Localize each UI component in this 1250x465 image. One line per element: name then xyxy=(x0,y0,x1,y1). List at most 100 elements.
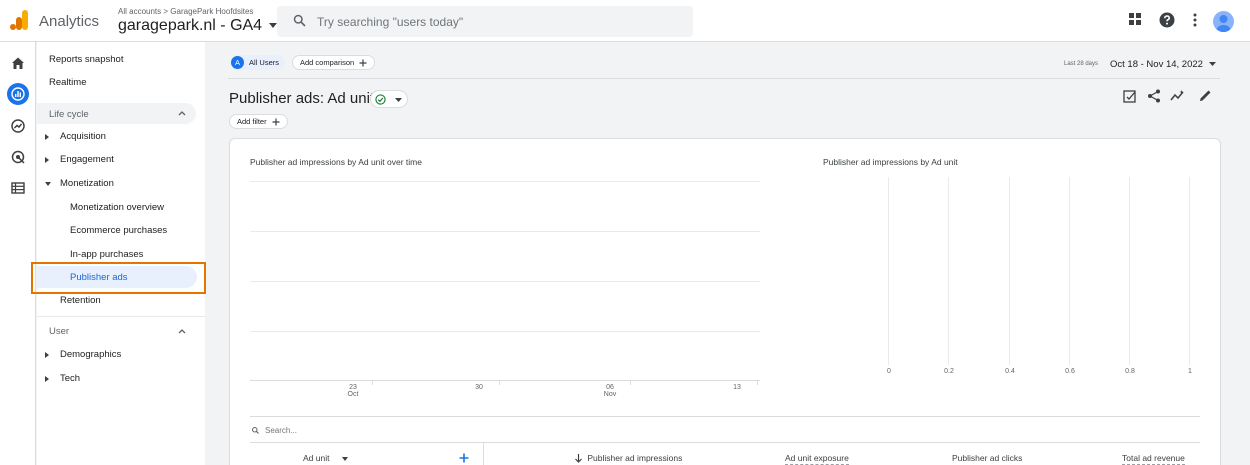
nav-reports-snapshot[interactable]: Reports snapshot xyxy=(49,54,123,65)
nav-monetization-overview[interactable]: Monetization overview xyxy=(70,202,164,213)
bar-chart-x-tick: 0.8 xyxy=(1125,368,1135,375)
add-filter-label: Add filter xyxy=(237,117,267,126)
nav-divider xyxy=(37,316,205,317)
bar-chart-x-tick: 0.6 xyxy=(1065,368,1075,375)
exposure-column-header[interactable]: Ad unit exposure xyxy=(785,453,849,465)
account-avatar-icon xyxy=(1216,15,1231,32)
ad-unit-header-label: Ad unit xyxy=(303,453,330,463)
nav-acquisition[interactable]: Acquisition xyxy=(60,131,106,142)
app-name: Analytics xyxy=(39,13,100,30)
nav-ecommerce-purchases[interactable]: Ecommerce purchases xyxy=(70,225,167,236)
account-name: GaragePark Hoofdsites xyxy=(170,7,254,16)
bar-chart-x-tick: 1 xyxy=(1188,368,1192,375)
nav-retention[interactable]: Retention xyxy=(60,295,101,306)
add-filter-button[interactable]: Add filter xyxy=(229,114,288,129)
report-nav: Reports snapshot Realtime Life cycle Acq… xyxy=(37,42,205,465)
caret-down-icon xyxy=(45,182,51,186)
table-column-divider xyxy=(483,443,484,465)
line-chart-x-tick: 13 xyxy=(733,384,741,391)
breadcrumb-chevron-icon: > xyxy=(163,7,169,16)
account-breadcrumb[interactable]: All accounts > GaragePark Hoofdsites xyxy=(118,7,253,16)
edit-pencil-icon[interactable] xyxy=(1199,89,1212,102)
caret-right-icon xyxy=(45,134,49,140)
page-title: Publisher ads: Ad unit xyxy=(229,90,375,107)
property-selector[interactable]: garagepark.nl - GA4 xyxy=(118,17,277,35)
sort-arrow-down-icon xyxy=(575,454,582,464)
header-divider xyxy=(228,78,1220,79)
nav-demographics[interactable]: Demographics xyxy=(60,349,121,360)
dropdown-arrow-icon xyxy=(268,22,277,28)
report-card: Publisher ad impressions by Ad unit over… xyxy=(229,138,1221,465)
caret-right-icon xyxy=(45,376,49,382)
bar-chart-title: Publisher ad impressions by Ad unit xyxy=(823,157,958,167)
insights-icon[interactable] xyxy=(1170,89,1185,103)
bar-chart-x-tick: 0.2 xyxy=(944,368,954,375)
rail-advertising[interactable] xyxy=(7,146,29,168)
line-chart-x-tick: 23 Oct xyxy=(347,384,359,398)
add-dimension-plus-icon[interactable] xyxy=(459,453,469,463)
dropdown-arrow-icon xyxy=(1208,61,1216,66)
search-box[interactable] xyxy=(277,6,693,37)
date-preset-label: Last 28 days xyxy=(1064,61,1099,67)
plus-icon xyxy=(272,118,280,125)
share-icon[interactable] xyxy=(1147,89,1161,103)
accounts-label: All accounts xyxy=(118,7,162,16)
top-bar: Analytics All accounts > GaragePark Hoof… xyxy=(0,0,1250,42)
impressions-header-label: Publisher ad impressions xyxy=(587,453,683,463)
bar-chart-area[interactable] xyxy=(885,177,1195,367)
line-chart-x-tick: 30 xyxy=(475,384,483,391)
check-circle-icon xyxy=(375,94,386,105)
rail-explore[interactable] xyxy=(7,115,29,137)
dropdown-arrow-icon xyxy=(395,98,402,102)
clicks-column-header[interactable]: Publisher ad clicks xyxy=(952,453,1022,463)
line-chart-title: Publisher ad impressions by Ad unit over… xyxy=(250,157,422,167)
lifecycle-section-header[interactable]: Life cycle xyxy=(37,103,196,124)
nav-in-app-purchases[interactable]: In-app purchases xyxy=(70,249,143,260)
avatar[interactable] xyxy=(1213,11,1234,32)
property-name: garagepark.nl - GA4 xyxy=(118,17,263,34)
table-top-divider xyxy=(250,416,1200,417)
rail-configure[interactable] xyxy=(7,177,29,199)
user-section-label[interactable]: User xyxy=(49,326,69,337)
date-range-selector[interactable]: Oct 18 - Nov 14, 2022 xyxy=(1110,59,1216,70)
line-chart-area[interactable] xyxy=(250,179,762,399)
impressions-column-header[interactable]: Publisher ad impressions xyxy=(575,453,683,464)
dropdown-arrow-icon xyxy=(341,456,348,461)
table-search-icon xyxy=(252,427,259,434)
left-rail xyxy=(0,42,36,465)
report-status-dropdown[interactable] xyxy=(370,90,408,108)
search-icon xyxy=(293,14,306,27)
help-icon[interactable] xyxy=(1159,12,1175,28)
configure-icon xyxy=(11,182,25,194)
analytics-logo[interactable] xyxy=(10,10,28,30)
chevron-up-icon xyxy=(178,111,186,116)
plus-icon xyxy=(359,59,367,66)
bar-chart-x-tick: 0 xyxy=(887,368,891,375)
caret-right-icon xyxy=(45,157,49,163)
customize-report-icon[interactable] xyxy=(1123,89,1137,103)
caret-right-icon xyxy=(45,352,49,358)
advertising-icon xyxy=(11,150,25,164)
all-users-chip[interactable]: A All Users xyxy=(230,55,286,70)
home-icon xyxy=(12,57,24,69)
nav-tech[interactable]: Tech xyxy=(60,373,80,384)
more-vert-icon[interactable] xyxy=(1191,12,1199,28)
bar-chart-x-tick: 0.4 xyxy=(1005,368,1015,375)
rail-home[interactable] xyxy=(7,52,29,74)
table-search-input[interactable] xyxy=(265,423,465,437)
nav-realtime[interactable]: Realtime xyxy=(49,77,87,88)
nav-engagement[interactable]: Engagement xyxy=(60,154,114,165)
reports-icon xyxy=(11,87,25,101)
add-comparison-label: Add comparison xyxy=(300,58,355,67)
apps-icon[interactable] xyxy=(1128,12,1142,26)
rail-reports[interactable] xyxy=(7,83,29,105)
comparison-badge: A xyxy=(231,56,244,69)
nav-monetization[interactable]: Monetization xyxy=(60,178,114,189)
highlight-annotation xyxy=(31,262,206,294)
all-users-label: All Users xyxy=(249,58,280,67)
ad-unit-column-header[interactable]: Ad unit xyxy=(303,453,348,463)
add-comparison-button[interactable]: Add comparison xyxy=(292,55,376,70)
search-input[interactable] xyxy=(317,12,677,31)
chevron-up-icon[interactable] xyxy=(178,328,186,334)
revenue-column-header[interactable]: Total ad revenue xyxy=(1122,453,1185,465)
